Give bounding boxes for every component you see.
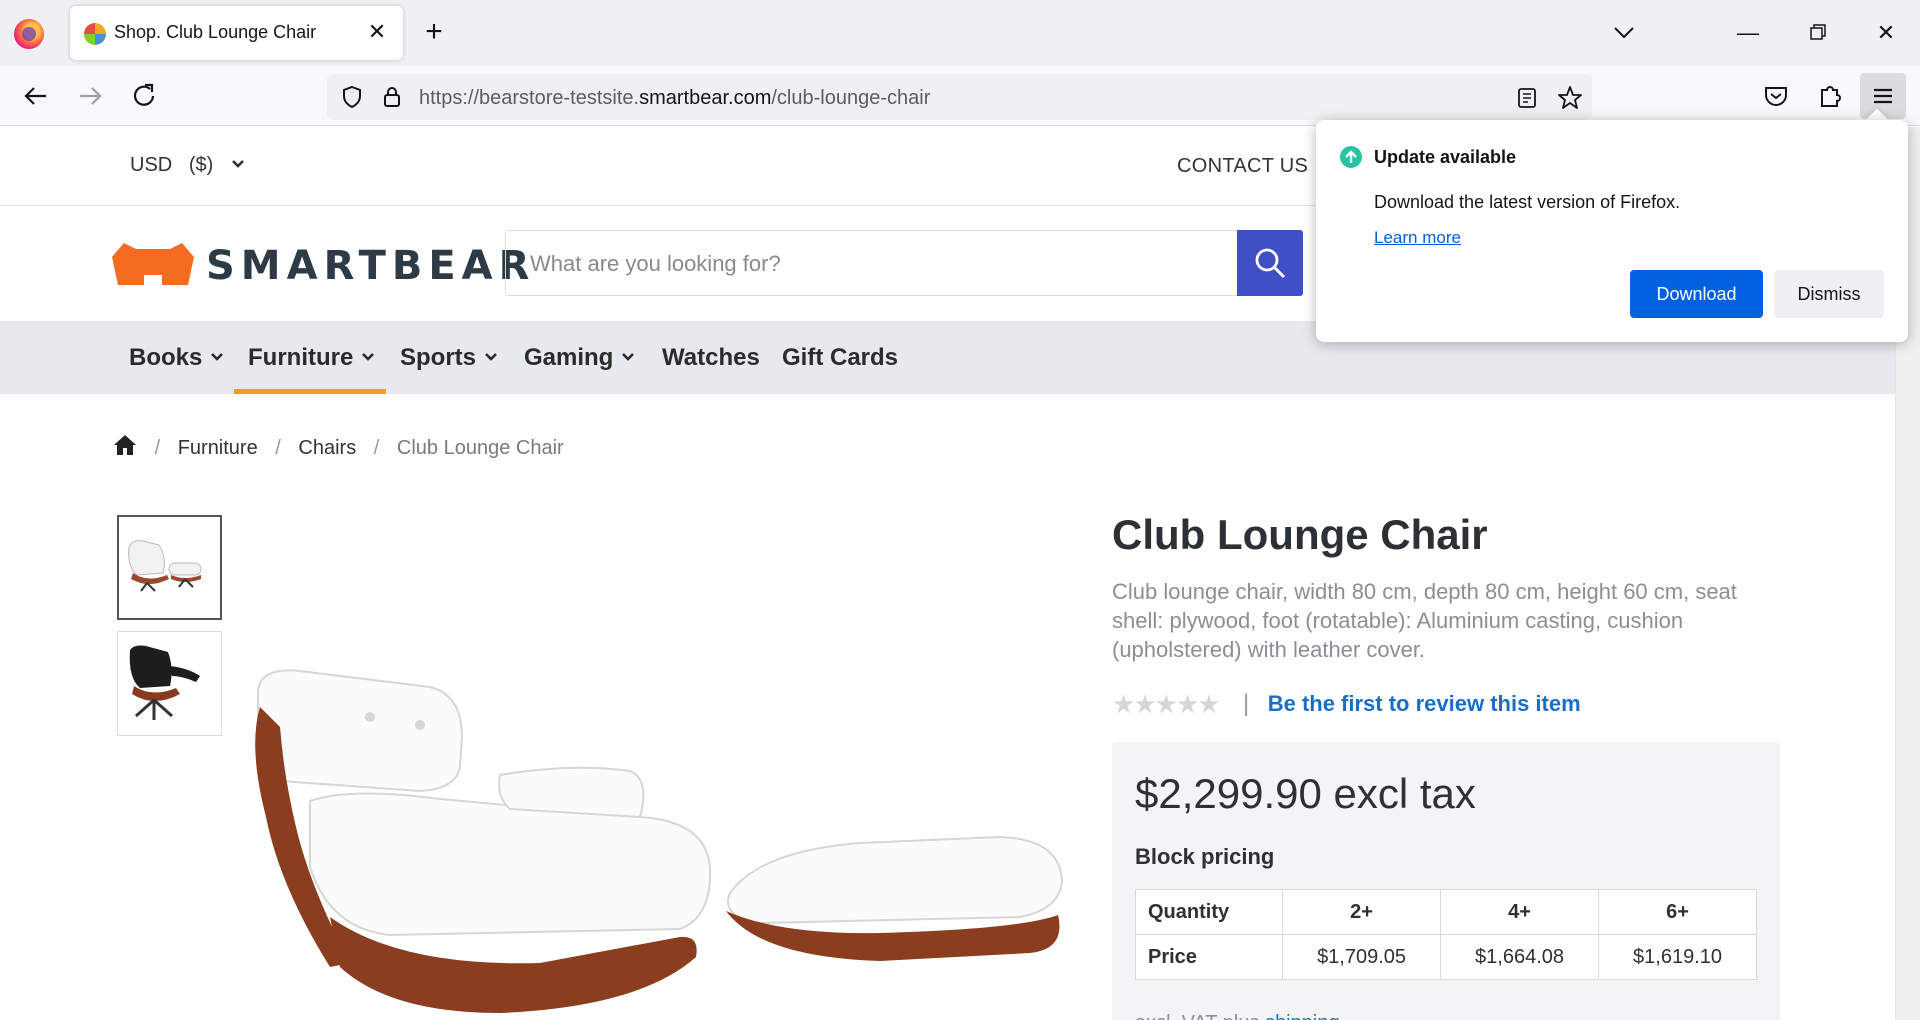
first-review-link[interactable]: Be the first to review this item xyxy=(1268,691,1581,716)
lock-icon[interactable] xyxy=(379,84,405,110)
table-cell: 4+ xyxy=(1440,889,1600,935)
url-text[interactable]: https://bearstore-testsite.smartbear.com… xyxy=(419,87,930,110)
arrow-left-icon[interactable] xyxy=(20,80,52,112)
browser-navigation-bar: https://bearstore-testsite.smartbear.com… xyxy=(0,66,1920,126)
learn-more-link[interactable]: Learn more xyxy=(1374,228,1461,248)
nav-item-books[interactable]: Books xyxy=(129,344,224,372)
bear-logo-icon xyxy=(112,243,194,285)
table-cell: 6+ xyxy=(1598,889,1757,935)
tab-title: Shop. Club Lounge Chair xyxy=(114,22,317,42)
url-bar[interactable]: https://bearstore-testsite.smartbear.com… xyxy=(327,74,1592,120)
contact-us-link[interactable]: CONTACT US xyxy=(1177,155,1308,178)
update-arrow-icon xyxy=(1340,146,1362,168)
tab-favicon-icon xyxy=(84,23,106,45)
breadcrumb-separator: / xyxy=(373,437,380,459)
tax-note-text: excl. VAT plus xyxy=(1135,1012,1260,1020)
smartbear-logo[interactable]: SMARTBEAR xyxy=(112,235,529,289)
chevron-down-icon xyxy=(485,353,497,361)
update-available-popup: Update available Download the latest ver… xyxy=(1316,120,1908,342)
breadcrumb-separator: / xyxy=(154,437,161,459)
reader-view-icon[interactable] xyxy=(1515,86,1539,110)
tab-close-icon[interactable]: ✕ xyxy=(363,18,391,46)
breadcrumb-chairs[interactable]: Chairs xyxy=(298,437,356,459)
price-box: $2,299.90 excl tax Block pricing Quantit… xyxy=(1112,742,1780,1020)
empty-star-icon: ★ xyxy=(1175,689,1200,719)
close-window-icon[interactable]: ✕ xyxy=(1866,15,1906,51)
chevron-down-icon xyxy=(211,353,224,361)
popup-message: Download the latest version of Firefox. xyxy=(1374,192,1681,212)
active-tab[interactable]: Shop. Club Lounge Chair ✕ xyxy=(70,6,403,60)
empty-star-icon: ★ xyxy=(1112,689,1136,719)
minimize-window-icon[interactable]: — xyxy=(1728,15,1768,51)
nav-item-watches[interactable]: Watches xyxy=(662,344,760,372)
reload-icon[interactable] xyxy=(128,80,160,112)
currency-selector[interactable]: USD ($) xyxy=(130,154,245,177)
puzzle-icon[interactable] xyxy=(1814,80,1846,112)
breadcrumb-furniture[interactable]: Furniture xyxy=(178,437,258,459)
nav-item-gift-cards[interactable]: Gift Cards xyxy=(782,344,898,372)
restore-window-icon[interactable] xyxy=(1797,15,1837,51)
empty-star-icon: ★ xyxy=(1197,689,1221,719)
download-button[interactable]: Download xyxy=(1630,270,1763,318)
table-cell: $1,619.10 xyxy=(1598,934,1757,980)
product-title: Club Lounge Chair xyxy=(1112,511,1488,558)
search-input[interactable]: What are you looking for? xyxy=(505,230,1303,296)
search-placeholder: What are you looking for? xyxy=(530,251,781,276)
chevron-down-icon xyxy=(362,353,375,361)
breadcrumb: / Furniture / Chairs / Club Lounge Chair xyxy=(113,434,564,460)
table-cell: 2+ xyxy=(1282,889,1442,935)
home-icon[interactable] xyxy=(113,434,137,456)
nav-item-sports[interactable]: Sports xyxy=(400,344,498,372)
active-nav-indicator xyxy=(234,389,386,394)
product-thumbnail-white[interactable] xyxy=(117,515,222,620)
product-main-image xyxy=(255,669,1064,1013)
firefox-logo-icon[interactable] xyxy=(14,19,44,49)
table-cell: Quantity xyxy=(1134,889,1284,935)
breadcrumb-separator: / xyxy=(275,437,281,459)
product-description: Club lounge chair, width 80 cm, depth 80… xyxy=(1112,579,1737,662)
hamburger-menu-icon xyxy=(1874,88,1892,104)
rating-divider: | xyxy=(1243,690,1250,717)
thumbnail-image xyxy=(129,645,200,720)
new-tab-plus-icon[interactable]: + xyxy=(418,17,450,49)
star-icon[interactable] xyxy=(1556,84,1584,112)
table-cell: $1,709.05 xyxy=(1282,934,1442,980)
block-pricing-label: Block pricing xyxy=(1135,844,1275,869)
product-rating: ★★★★★ | Be the first to review this item xyxy=(1112,689,1581,719)
nav-item-gaming[interactable]: Gaming xyxy=(524,344,635,372)
product-price: $2,299.90 excl tax xyxy=(1135,770,1476,817)
block-pricing-table: Quantity 2+ 4+ 6+ Price $1,709.05 $1,664… xyxy=(1134,889,1757,980)
list-all-tabs-chevron-icon[interactable] xyxy=(1609,18,1639,48)
logo-wordmark: SMARTBEAR xyxy=(206,243,536,289)
chevron-down-icon xyxy=(231,160,244,168)
product-thumbnail-black[interactable] xyxy=(117,631,222,736)
nav-item-furniture[interactable]: Furniture xyxy=(248,344,375,372)
search-button[interactable] xyxy=(1237,230,1303,296)
table-cell: $1,664.08 xyxy=(1440,934,1600,980)
browser-tab-bar: Shop. Club Lounge Chair ✕ + — ✕ xyxy=(0,0,1920,66)
search-icon xyxy=(1255,248,1286,279)
pocket-icon[interactable] xyxy=(1760,80,1792,112)
dismiss-button[interactable]: Dismiss xyxy=(1774,270,1884,318)
thumbnail-image xyxy=(128,540,202,592)
hamburger-menu-button[interactable] xyxy=(1860,73,1906,119)
chevron-down-icon xyxy=(622,353,635,361)
empty-star-icon: ★ xyxy=(1154,689,1178,719)
table-row: Quantity 2+ 4+ 6+ xyxy=(1134,889,1757,935)
table-cell: Price xyxy=(1134,934,1284,980)
shield-icon[interactable] xyxy=(339,84,365,110)
table-row: Price $1,709.05 $1,664.08 $1,619.10 xyxy=(1134,934,1757,980)
empty-star-icon: ★ xyxy=(1133,689,1157,719)
popup-title: Update available xyxy=(1374,147,1517,167)
arrow-right-icon[interactable] xyxy=(74,80,106,112)
tax-note: excl. VAT plus shipping xyxy=(1135,1012,1340,1020)
shipping-link[interactable]: shipping xyxy=(1265,1012,1340,1020)
breadcrumb-current: Club Lounge Chair xyxy=(396,437,564,459)
currency-label: USD ($) xyxy=(130,154,214,176)
